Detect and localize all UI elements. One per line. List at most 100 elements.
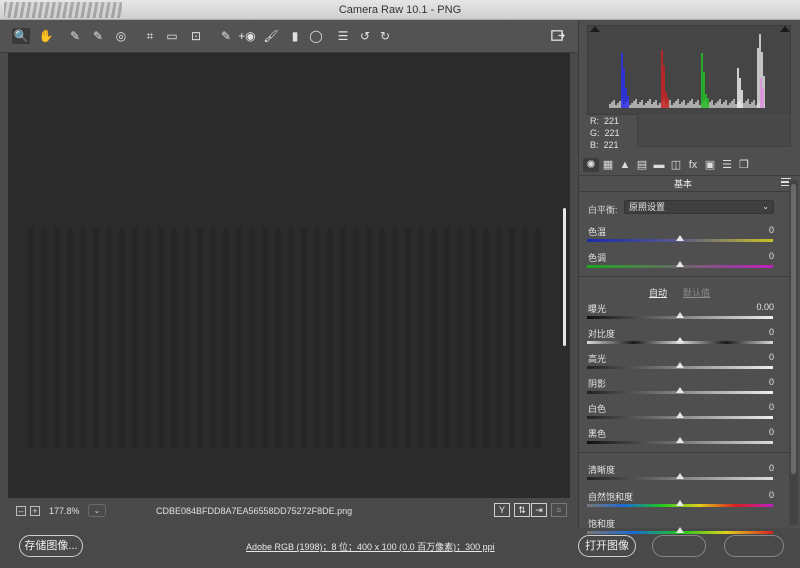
slider-value[interactable]: 0 [769,490,774,500]
targeted-adjustment-tool-icon[interactable]: ◎ [112,28,130,44]
done-button[interactable] [724,535,784,557]
workflow-options-link[interactable]: Adobe RGB (1998)；8 位；400 x 100 (0.0 百万像素… [246,540,495,553]
hand-tool-icon[interactable]: ✋ [37,28,55,44]
transform-tool-icon[interactable]: ⊡ [187,28,205,44]
slider-value[interactable]: 0 [769,225,774,235]
red-value: 221 [604,116,620,126]
red-label: R: [590,116,599,126]
divider [579,452,791,453]
preview-scrollbar[interactable] [563,208,566,346]
slider-thumb[interactable] [676,337,684,343]
zoom-dropdown[interactable]: ⌄ [88,504,106,517]
white-balance-value: 原照设置 [629,202,666,212]
blurred-window-controls [4,2,122,18]
presets-tab-icon[interactable]: ☰ [719,158,735,172]
histogram-graph [609,34,765,108]
sampler-readout-box [637,113,791,147]
spot-removal-tool-icon[interactable]: ✎ [217,28,235,44]
slider-value[interactable]: 0 [769,427,774,437]
zoom-tool-icon[interactable]: 🔍 [12,28,30,44]
default-button[interactable]: 默认值 [683,286,710,299]
slider-thumb[interactable] [676,312,684,318]
rotate-right-icon[interactable]: ↻ [376,28,394,44]
highlight-clipping-warning-icon[interactable] [780,26,790,32]
open-preferences-icon[interactable] [548,28,566,44]
shadow-clipping-warning-icon[interactable] [590,26,600,32]
white-balance-select[interactable]: 原照设置 ⌄ [624,200,774,214]
divider [579,276,791,277]
green-value-readout: G: 221 [590,128,630,138]
panel-tabs: ✺ ▦ ▲ ▤ ▬ ◫ fx ▣ ☰ ❐ [579,156,800,176]
basic-tab-icon[interactable]: ✺ [583,158,599,172]
auto-button[interactable]: 自动 [649,286,667,299]
slider-label: 色调 [588,253,607,263]
lens-corrections-tab-icon[interactable]: ◫ [668,158,684,172]
slider-label: 高光 [588,354,607,364]
split-toning-tab-icon[interactable]: ▬ [651,158,667,172]
white-balance-tool-icon[interactable]: ✎ [66,28,84,44]
detail-tab-icon[interactable]: ▲ [617,158,633,172]
slider-label: 阴影 [588,379,607,389]
red-value-readout: R: 221 [590,116,630,126]
slider-thumb[interactable] [676,500,684,506]
copy-current-settings-icon[interactable]: ⇥ [531,503,547,517]
image-preview [28,228,548,448]
adjustment-brush-icon[interactable]: 🖌 [262,28,280,44]
chevron-down-icon: ⌄ [762,202,769,211]
toggle-settings-icon[interactable]: ≡ [551,503,567,517]
before-after-view-button[interactable]: Y [494,503,510,517]
adjustment-panel: R: 221 G: 221 B: 221 ✺ ▦ ▲ ▤ ▬ ◫ fx ▣ ☰ ❐ 基本 白平衡:… [578,20,800,534]
preferences-icon[interactable]: ☰ [334,28,352,44]
slider-value[interactable]: 0 [769,352,774,362]
slider-thumb[interactable] [676,387,684,393]
effects-tab-icon[interactable]: fx [685,158,701,172]
tone-curve-tab-icon[interactable]: ▦ [600,158,616,172]
slider-thumb[interactable] [676,235,684,241]
graduated-filter-icon[interactable]: ▮ [286,28,304,44]
snapshots-tab-icon[interactable]: ❐ [736,158,752,172]
slider-value[interactable]: 0 [769,377,774,387]
slider-thumb[interactable] [676,261,684,267]
slider-label: 黑色 [588,429,607,439]
slider-label: 饱和度 [588,519,616,529]
radial-filter-icon[interactable]: ◯ [307,28,325,44]
window-title: Camera Raw 10.1 - PNG [338,4,462,16]
calibration-tab-icon[interactable]: ▣ [702,158,718,172]
zoom-out-button[interactable]: – [16,506,26,516]
slider-thumb[interactable] [676,362,684,368]
zoom-in-button[interactable]: + [30,506,40,516]
slider-value[interactable]: 0 [769,327,774,337]
bottom-bar: 存储图像... Adobe RGB (1998)；8 位；400 x 100 (… [0,528,800,568]
crop-tool-icon[interactable]: ⌗ [141,28,159,44]
image-preview-canvas[interactable] [8,53,570,498]
file-name: CDBE084BFDD8A7EA56558DD75272F8DE.png [156,506,353,516]
slider-thumb[interactable] [676,527,684,533]
panel-scroll-thumb[interactable] [791,184,796,474]
red-eye-tool-icon[interactable]: +◉ [238,28,256,44]
slider-value[interactable]: 0.00 [756,302,774,312]
slider-value[interactable]: 0 [769,251,774,261]
slider-thumb[interactable] [676,412,684,418]
white-balance-label: 白平衡: [588,205,618,215]
slider-label: 白色 [588,404,607,414]
hsl-tab-icon[interactable]: ▤ [634,158,650,172]
toolbar: 🔍 ✋ ✎ ✎ ◎ ⌗ ▭ ⊡ ✎ +◉ 🖌 ▮ ◯ ☰ ↺ ↻ [0,20,578,53]
panel-scrollbar[interactable] [789,180,798,525]
slider-thumb[interactable] [676,473,684,479]
rotate-left-icon[interactable]: ↺ [356,28,374,44]
slider-value[interactable]: 0 [769,402,774,412]
title-bar: Camera Raw 10.1 - PNG [0,0,800,20]
slider-value[interactable]: 0 [769,463,774,473]
slider-thumb[interactable] [676,437,684,443]
open-image-button[interactable]: 打开图像 [578,535,636,557]
swap-before-after-icon[interactable]: ⇅ [514,503,530,517]
slider-label: 对比度 [588,329,616,339]
blue-value: 221 [603,140,619,150]
slider-label: 自然饱和度 [588,492,634,502]
divider [579,191,791,192]
straighten-tool-icon[interactable]: ▭ [163,28,181,44]
cancel-button[interactable] [652,535,706,557]
color-sampler-tool-icon[interactable]: ✎ [89,28,107,44]
save-image-button[interactable]: 存储图像... [19,535,83,557]
histogram [587,25,791,115]
